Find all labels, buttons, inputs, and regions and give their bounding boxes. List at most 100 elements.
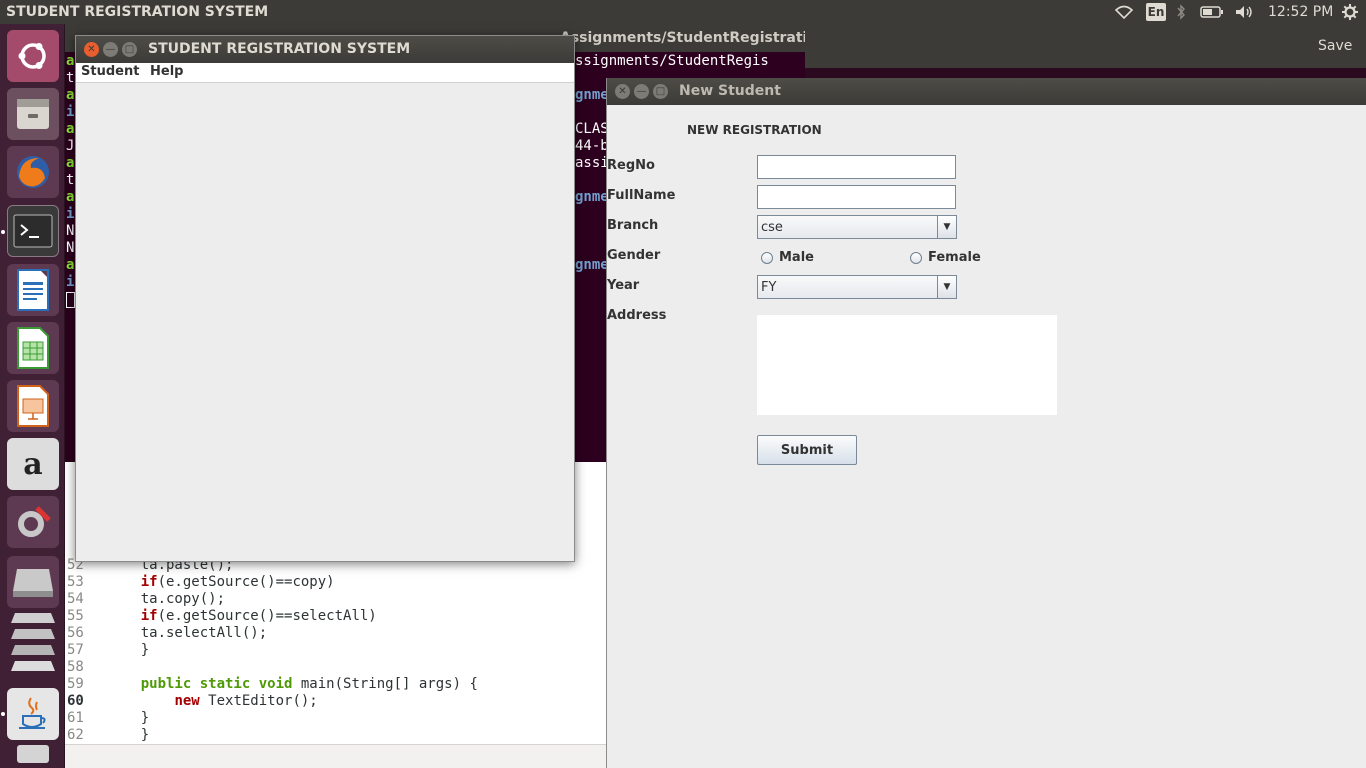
branch-label: Branch [607, 218, 659, 233]
minimize-icon: — [636, 85, 647, 97]
editor-headerbar [805, 24, 1366, 68]
fullname-field[interactable] [757, 185, 956, 209]
launcher: a [0, 24, 65, 768]
terminal-left-char: N [66, 240, 75, 256]
minimize-icon: — [105, 43, 116, 55]
panel-app-title: STUDENT REGISTRATION SYSTEM [6, 4, 269, 20]
terminal-line: gnme [575, 257, 609, 273]
terminal-left-char: i [66, 104, 75, 120]
editor-statusbar [65, 744, 610, 768]
year-label: Year [607, 278, 640, 293]
terminal-left-char: i [66, 274, 75, 290]
workspace-stack-icon[interactable] [7, 609, 59, 687]
writer-icon[interactable] [7, 264, 59, 316]
chevron-down-icon[interactable]: ▼ [937, 216, 956, 238]
terminal-left-char: a [66, 189, 75, 205]
submit-button[interactable]: Submit [757, 435, 857, 465]
menu-student[interactable]: Student [81, 64, 139, 79]
ubuntu-dash-icon[interactable] [7, 30, 59, 82]
maximize-button[interactable]: □ [653, 84, 668, 99]
terminal-left-char: a [66, 87, 75, 103]
editor-line: 61 } [67, 710, 150, 726]
regno-field[interactable] [757, 155, 956, 179]
branch-combo[interactable]: cse ▼ [757, 215, 957, 239]
amazon-icon[interactable]: a [7, 438, 59, 490]
terminal-left-char: J [66, 138, 75, 154]
bluetooth-icon[interactable] [1175, 3, 1187, 21]
close-button[interactable]: ✕ [615, 84, 630, 99]
gender-male-radio[interactable]: Male [761, 250, 814, 265]
firefox-icon[interactable] [7, 146, 59, 198]
keyboard-layout-indicator[interactable]: En [1146, 3, 1166, 21]
impress-icon[interactable] [7, 380, 59, 432]
year-combo[interactable]: FY ▼ [757, 275, 957, 299]
battery-icon[interactable] [1199, 3, 1225, 21]
new-student-dialog[interactable]: ✕ — □ New Student NEW REGISTRATION RegNo… [606, 78, 1366, 768]
maximize-icon: □ [655, 85, 666, 97]
terminal-left-char: a [66, 53, 75, 69]
calc-icon[interactable] [7, 322, 59, 374]
editor-save-button[interactable]: Save [1318, 38, 1352, 54]
editor-line: 55 if(e.getSource()==selectAll) [67, 608, 377, 624]
gear-icon[interactable] [1340, 3, 1360, 21]
maximize-icon: □ [124, 43, 135, 55]
main-window-titlebar[interactable]: ✕ — □ STUDENT REGISTRATION SYSTEM [76, 36, 574, 63]
gender-label: Gender [607, 248, 661, 263]
chevron-down-icon[interactable]: ▼ [937, 276, 956, 298]
launcher-active-pip [1, 230, 5, 234]
wifi-icon[interactable] [1113, 3, 1135, 21]
files-icon[interactable] [7, 88, 59, 140]
terminal-left-char: t [66, 172, 75, 188]
form-heading: NEW REGISTRATION [687, 123, 822, 137]
gender-female-radio[interactable]: Female [910, 250, 981, 265]
dialog-title: New Student [679, 83, 781, 99]
dialog-titlebar[interactable]: ✕ — □ New Student [607, 78, 1366, 105]
main-window[interactable]: ✕ — □ STUDENT REGISTRATION SYSTEM Studen… [75, 35, 575, 562]
terminal-line: gnme [575, 189, 609, 205]
menubar: Student Help [76, 63, 574, 83]
terminal-left-char: a [66, 121, 75, 137]
launcher-active-pip [1, 712, 5, 716]
trash-icon[interactable] [7, 740, 59, 766]
close-button[interactable]: ✕ [84, 42, 99, 57]
terminal-line: ssignments/StudentRegis [575, 53, 769, 69]
editor-line: 62 } [67, 727, 150, 743]
terminal-left-char: i [66, 206, 75, 222]
minimize-button[interactable]: — [103, 42, 118, 57]
terminal-line: CLAS [575, 121, 609, 137]
radio-icon [910, 251, 922, 264]
close-icon: ✕ [618, 85, 627, 97]
terminal-icon[interactable] [7, 205, 59, 257]
address-label: Address [607, 308, 667, 323]
branch-selected-value: cse [761, 220, 783, 235]
editor-line: 54 ta.copy(); [67, 591, 226, 607]
terminal-line: 44-b [575, 138, 609, 154]
menu-help[interactable]: Help [150, 64, 183, 79]
volume-icon[interactable] [1234, 3, 1256, 21]
terminal-title: Assignments/StudentRegistratior [560, 30, 824, 46]
minimize-button[interactable]: — [634, 84, 649, 99]
terminal-left-char: N [66, 223, 75, 239]
terminal-line: assi [575, 155, 609, 171]
clock[interactable]: 12:52 PM [1268, 4, 1333, 20]
terminal-line: gnme [575, 87, 609, 103]
settings-icon[interactable] [7, 496, 59, 548]
fullname-label: FullName [607, 188, 676, 203]
address-textarea[interactable] [757, 315, 1057, 415]
maximize-button[interactable]: □ [122, 42, 137, 57]
close-icon: ✕ [87, 43, 96, 55]
disk-drive-icon[interactable] [7, 556, 59, 608]
java-icon[interactable] [7, 688, 59, 740]
terminal-left-char: t [66, 70, 75, 86]
radio-icon [761, 251, 773, 264]
editor-line: 53 if(e.getSource()==copy) [67, 574, 335, 590]
editor-line: 59 public static void main(String[] args… [67, 676, 478, 692]
editor-line: 56 ta.selectAll(); [67, 625, 268, 641]
editor-line: 60 new TextEditor(); [67, 693, 318, 709]
amazon-logo-letter: a [23, 446, 43, 482]
year-selected-value: FY [761, 280, 777, 295]
terminal-left-char: a [66, 155, 75, 171]
regno-label: RegNo [607, 158, 655, 173]
editor-line: 58 [67, 659, 84, 675]
main-window-title: STUDENT REGISTRATION SYSTEM [148, 41, 411, 57]
